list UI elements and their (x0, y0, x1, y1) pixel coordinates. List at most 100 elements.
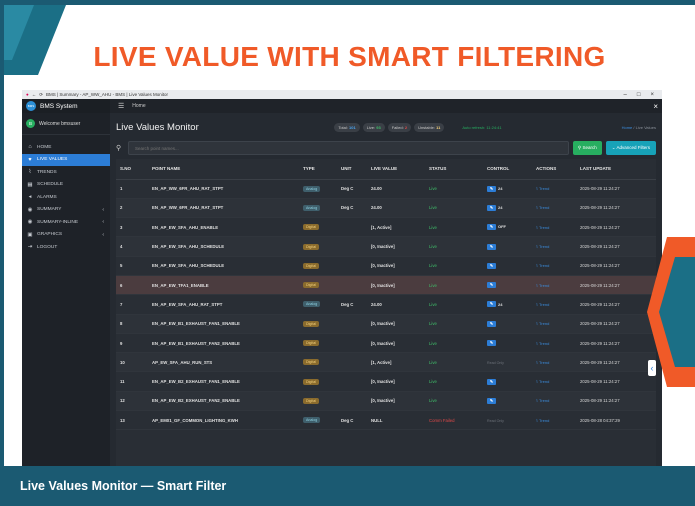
search-input[interactable] (128, 141, 569, 155)
trend-link[interactable]: ⌇ Trend (536, 379, 549, 384)
home-link[interactable]: Home (132, 103, 145, 109)
edit-control-button[interactable]: ✎ (487, 301, 496, 308)
table-header-row: S.NO POINT NAME TYPE UNIT LIVE VALUE STATUS CO… (116, 159, 656, 180)
cell-live-value: [1, Active] (367, 217, 425, 238)
back-icon[interactable]: ← (32, 92, 37, 97)
cell-live-value: 24.00 (367, 179, 425, 199)
trend-link[interactable]: ⌇ Trend (536, 263, 549, 268)
status-badge: Live (429, 186, 437, 192)
cell-status: Live (425, 333, 483, 354)
sidebar-item-alarms[interactable]: ◂ ALARMS (22, 191, 110, 204)
cell-status: Live (425, 179, 483, 199)
sidebar-item-schedule[interactable]: ▦ SCHEDULE (22, 179, 110, 192)
cell-control: ✎ (483, 371, 532, 392)
filter-bar: ⚲ ⚲ Search ⌄ Advanced Filters (110, 135, 662, 155)
reload-icon[interactable]: ● (26, 92, 29, 97)
status-badge: Comm Failed (429, 417, 455, 423)
trend-link[interactable]: ⌇ Trend (536, 186, 549, 191)
cell-type: Digital (299, 371, 337, 392)
type-badge: Digital (303, 282, 319, 289)
nav-icon: ▣ (27, 231, 33, 238)
live-values-table: S.NO POINT NAME TYPE UNIT LIVE VALUE STATUS CO… (116, 159, 656, 431)
sidebar-item-logout[interactable]: ⇥ LOGOUT (22, 241, 110, 254)
forward-icon[interactable]: ⟳ (39, 92, 43, 98)
trend-link[interactable]: ⌇ Trend (536, 225, 549, 230)
sidebar-item-summary-inline[interactable]: ◉ SUMMARY-INLINE ‹ (22, 216, 110, 229)
edit-control-button[interactable]: ✎ (487, 204, 496, 211)
advanced-filters-button[interactable]: ⌄ Advanced Filters (605, 141, 656, 155)
cell-point-name: EN_AP_EW_SFA_AHU_SCHEDULE (148, 256, 299, 276)
close-icon[interactable]: × (653, 102, 662, 111)
nav-icon: ◂ (28, 194, 32, 201)
control-value: 24 (498, 185, 503, 191)
sidebar-item-label: SUMMARY-INLINE (37, 219, 79, 225)
cell-control: ✎ 24 (483, 294, 532, 315)
badge-value: 2 (404, 124, 408, 130)
sidebar-item-live-values[interactable]: ♥ LIVE VALUES (22, 153, 110, 166)
trend-link[interactable]: ⌇ Trend (536, 360, 549, 365)
cell-last-update: 2025-08-29 11:24:27 (576, 333, 656, 354)
column-header: CONTROL (483, 159, 532, 180)
edit-control-button[interactable]: ✎ (487, 397, 496, 404)
cell-sno: 9 (116, 333, 148, 354)
type-badge: Digital (303, 262, 319, 269)
sidebar-item-trends[interactable]: ⌇ TRENDS (22, 166, 110, 179)
edit-control-button[interactable]: ✎ (487, 378, 496, 385)
sidebar-item-summary[interactable]: ◉ SUMMARY ‹ (22, 204, 110, 217)
cell-unit (337, 352, 367, 373)
edit-control-button[interactable]: ✎ (487, 320, 496, 327)
edit-control-button[interactable]: ✎ (487, 224, 496, 231)
trend-label: Trend (539, 244, 550, 250)
trend-label: Trend (539, 359, 550, 365)
sidebar-item-graphics[interactable]: ▣ GRAPHICS ‹ (22, 229, 110, 242)
cell-control: ✎ (483, 275, 532, 296)
sidebar-item-home[interactable]: ⌂ HOME (22, 141, 110, 154)
trend-link[interactable]: ⌇ Trend (536, 398, 549, 403)
status-badge: Live (429, 340, 437, 346)
cell-unit: Deg C (337, 198, 367, 219)
breadcrumb-home[interactable]: Home (622, 125, 633, 130)
cell-last-update: 2025-08-29 11:24:27 (576, 256, 656, 276)
badge-value: 11 (436, 124, 441, 130)
chevron-left-icon: ‹ (102, 219, 104, 226)
cell-last-update: 2025-08-29 11:24:27 (576, 352, 656, 373)
cell-status: Comm Failed (425, 410, 483, 431)
edit-control-button[interactable]: ✎ (487, 243, 496, 250)
column-header: LAST UPDATE (576, 159, 656, 180)
cell-last-update: 2025-08-29 11:24:27 (576, 179, 656, 199)
trend-link[interactable]: ⌇ Trend (536, 302, 549, 307)
trend-link[interactable]: ⌇ Trend (536, 341, 549, 346)
cell-control: ✎ 24 (483, 198, 532, 219)
cell-unit (337, 236, 367, 257)
cell-last-update: 2025-08-29 11:24:27 (576, 217, 656, 238)
trend-link[interactable]: ⌇ Trend (536, 205, 549, 210)
table-body: 1 EN_AP_WW_6FR_AHU_RAT_STPT Analog Deg C 24.… (116, 179, 656, 431)
cell-live-value: [0, Inactive] (367, 236, 425, 257)
trend-link[interactable]: ⌇ Trend (536, 244, 549, 249)
brand[interactable]: BMS BMS System (22, 99, 110, 113)
type-badge: Analog (303, 204, 321, 211)
page-title: Live Values Monitor (116, 121, 199, 133)
minimize-icon[interactable]: – (624, 92, 627, 98)
edit-control-button[interactable]: ✎ (487, 340, 496, 347)
hamburger-menu-icon[interactable]: ☰ (118, 102, 124, 110)
cell-sno: 1 (116, 179, 148, 199)
edit-control-button[interactable]: ✎ (487, 262, 496, 269)
cell-actions: ⌇ Trend (532, 294, 576, 315)
nav-icon: ⌂ (28, 144, 32, 151)
cell-sno: 11 (116, 371, 148, 392)
address-bar[interactable]: BMS | Summary - AP_WW_AHU - BMS | Live V… (46, 92, 168, 97)
badge-label: Unstable: (418, 124, 437, 130)
search-button[interactable]: ⚲ Search (572, 141, 602, 155)
window-close-icon[interactable]: × (650, 92, 654, 98)
edit-control-button[interactable]: ✎ (487, 185, 496, 192)
type-badge: Digital (303, 378, 319, 385)
maximize-icon[interactable]: □ (637, 92, 641, 98)
cell-live-value: [0, Inactive] (367, 275, 425, 296)
trend-link[interactable]: ⌇ Trend (536, 418, 549, 423)
edit-control-button[interactable]: ✎ (487, 282, 496, 289)
cell-actions: ⌇ Trend (532, 236, 576, 257)
sidebar-item-label: LOGOUT (37, 244, 58, 250)
trend-link[interactable]: ⌇ Trend (536, 321, 549, 326)
trend-link[interactable]: ⌇ Trend (536, 283, 549, 288)
